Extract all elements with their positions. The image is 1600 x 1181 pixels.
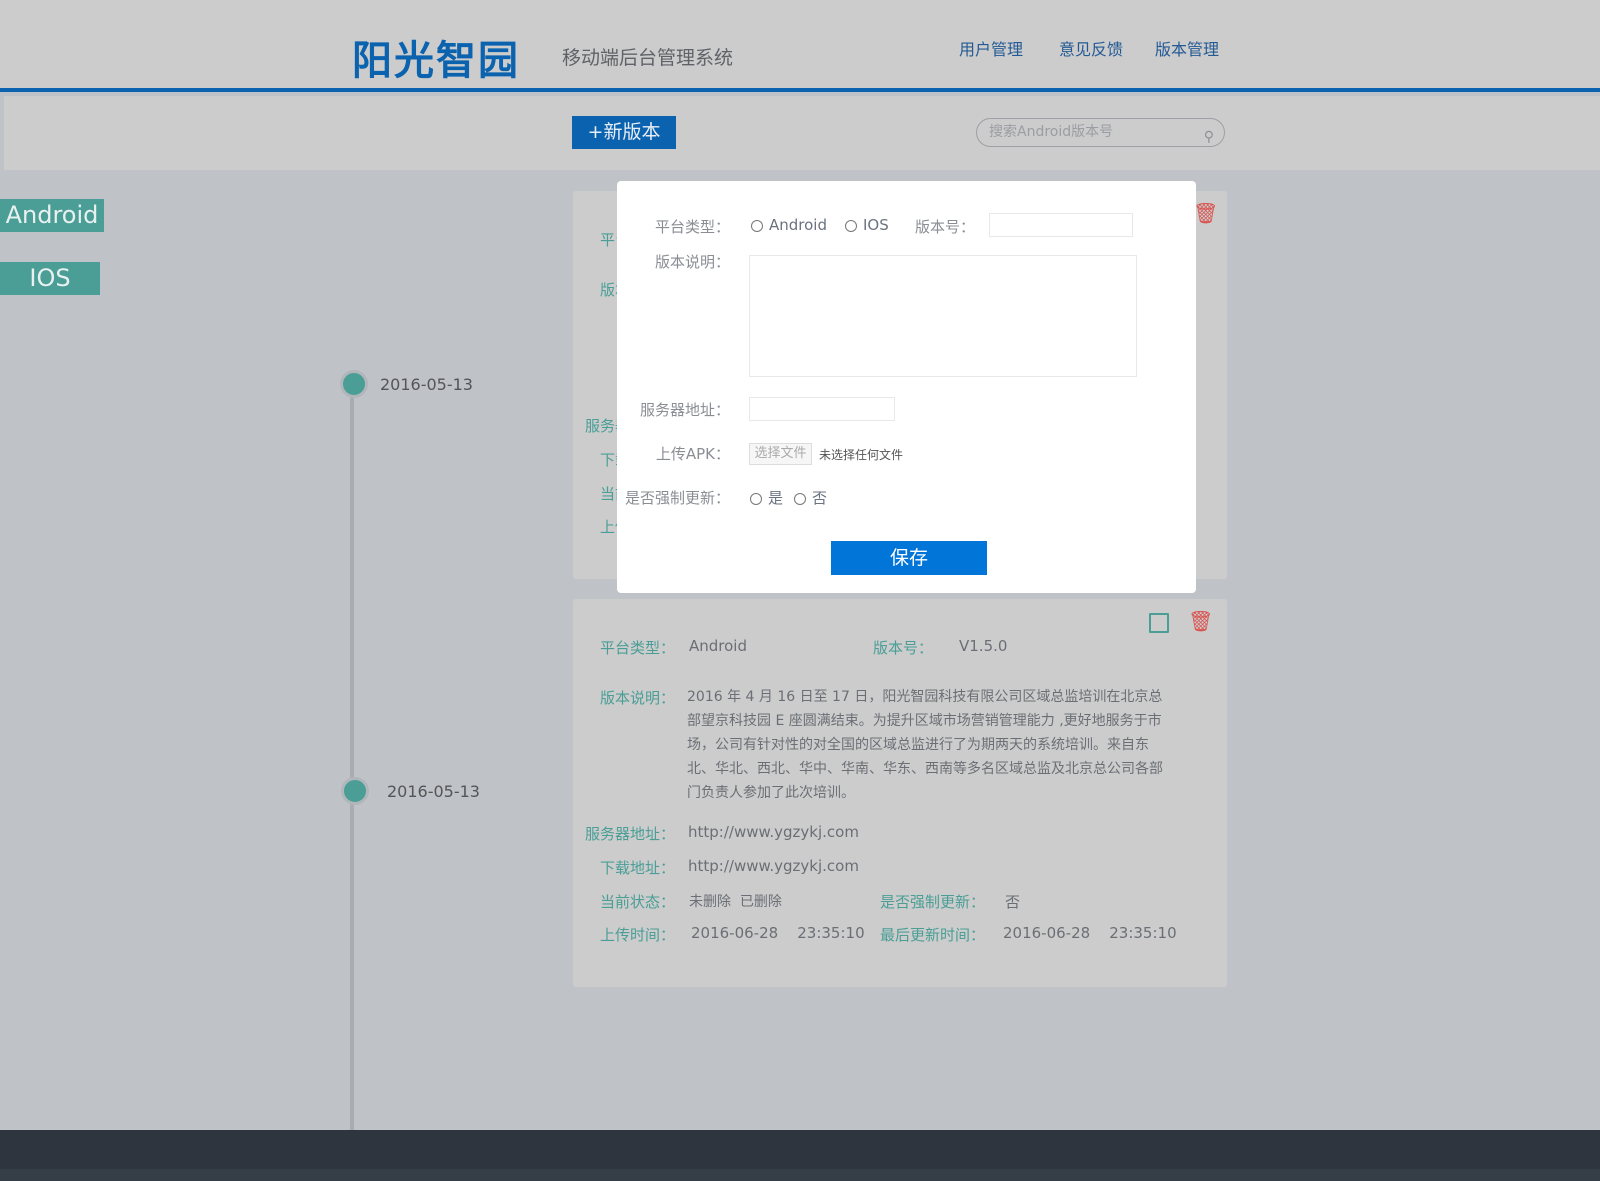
platform-label: 平台类型： bbox=[654, 218, 730, 236]
desc-label: 版本说明： bbox=[654, 253, 730, 271]
timeline-date: 2016-05-13 bbox=[387, 782, 480, 801]
footer-bottom bbox=[0, 1169, 1600, 1181]
new-version-button[interactable]: +新版本 bbox=[572, 116, 676, 149]
search-input[interactable]: 搜索Android版本号 ⚲ bbox=[976, 118, 1225, 147]
app-subtitle: 移动端后台管理系统 bbox=[562, 47, 734, 69]
radio-android-label: Android bbox=[769, 216, 827, 234]
upload-label: 上传APK： bbox=[655, 445, 730, 463]
desc-value: 2016 年 4 月 16 日至 17 日，阳光智园科技有限公司区域总监培训在北… bbox=[687, 689, 1163, 801]
upload-time-value: 2016-06-28 23:35:10 bbox=[691, 924, 865, 942]
tab-ios[interactable]: IOS bbox=[0, 262, 100, 295]
updated-time-value: 2016-06-28 23:35:10 bbox=[1003, 924, 1177, 942]
server-label: 服务器地址： bbox=[584, 825, 675, 843]
search-placeholder: 搜索Android版本号 bbox=[989, 124, 1114, 140]
version-value: V1.5.0 bbox=[959, 637, 1008, 655]
nav-user-management[interactable]: 用户管理 bbox=[959, 36, 1023, 60]
radio-yes-label: 是 bbox=[768, 489, 784, 507]
new-version-modal: 平台类型： Android IOS 版本号： 版本说明： 服务器地址： 上传AP… bbox=[617, 181, 1196, 593]
radio-no[interactable]: 否 bbox=[794, 487, 827, 508]
save-button[interactable]: 保存 bbox=[831, 541, 987, 575]
nav-version-management[interactable]: 版本管理 bbox=[1155, 36, 1219, 60]
version-card: 🗑 平台类型： Android 版本号： V1.5.0 版本说明： 2016 年… bbox=[573, 599, 1227, 987]
timeline-dot bbox=[341, 777, 369, 805]
server-label: 服务器地址： bbox=[639, 401, 730, 419]
server-input[interactable] bbox=[749, 397, 895, 421]
timeline-dot bbox=[340, 370, 368, 398]
tab-android[interactable]: Android bbox=[0, 199, 104, 232]
version-input[interactable] bbox=[989, 213, 1133, 237]
radio-yes[interactable]: 是 bbox=[750, 487, 783, 508]
platform-label: 平台类型： bbox=[599, 639, 675, 657]
edit-icon[interactable] bbox=[1149, 613, 1169, 633]
status-value: 未删除 已删除 bbox=[689, 894, 782, 910]
platform-value: Android bbox=[689, 637, 747, 655]
upload-time-label: 上传时间： bbox=[599, 926, 675, 944]
trash-icon[interactable]: 🗑 bbox=[1193, 201, 1218, 225]
choose-file-button[interactable]: 选择文件 bbox=[749, 443, 812, 465]
download-value[interactable]: http://www.ygzykj.com bbox=[688, 857, 859, 875]
updated-time-label: 最后更新时间： bbox=[879, 926, 985, 944]
status-label: 当前状态： bbox=[599, 893, 675, 911]
timeline-date: 2016-05-13 bbox=[380, 375, 473, 394]
search-icon[interactable]: ⚲ bbox=[1204, 124, 1214, 151]
no-file-text: 未选择任何文件 bbox=[819, 448, 904, 462]
logo: 阳光智园 bbox=[352, 38, 520, 84]
download-label: 下载地址： bbox=[599, 859, 675, 877]
desc-label: 版本说明： bbox=[599, 689, 675, 707]
timeline-line bbox=[350, 376, 354, 1132]
server-value[interactable]: http://www.ygzykj.com bbox=[688, 823, 859, 841]
radio-android[interactable]: Android bbox=[751, 216, 827, 234]
desc-textarea[interactable] bbox=[749, 255, 1137, 377]
nav-feedback[interactable]: 意见反馈 bbox=[1059, 36, 1123, 60]
force-label: 是否强制更新： bbox=[879, 893, 985, 911]
force-value: 否 bbox=[1005, 893, 1021, 911]
toolbar bbox=[4, 96, 1600, 170]
trash-icon[interactable]: 🗑 bbox=[1188, 609, 1213, 633]
version-label: 版本号： bbox=[872, 639, 933, 657]
radio-no-label: 否 bbox=[812, 489, 828, 507]
header bbox=[0, 0, 1600, 92]
force-label: 是否强制更新： bbox=[624, 489, 730, 507]
version-label: 版本号： bbox=[914, 218, 975, 236]
